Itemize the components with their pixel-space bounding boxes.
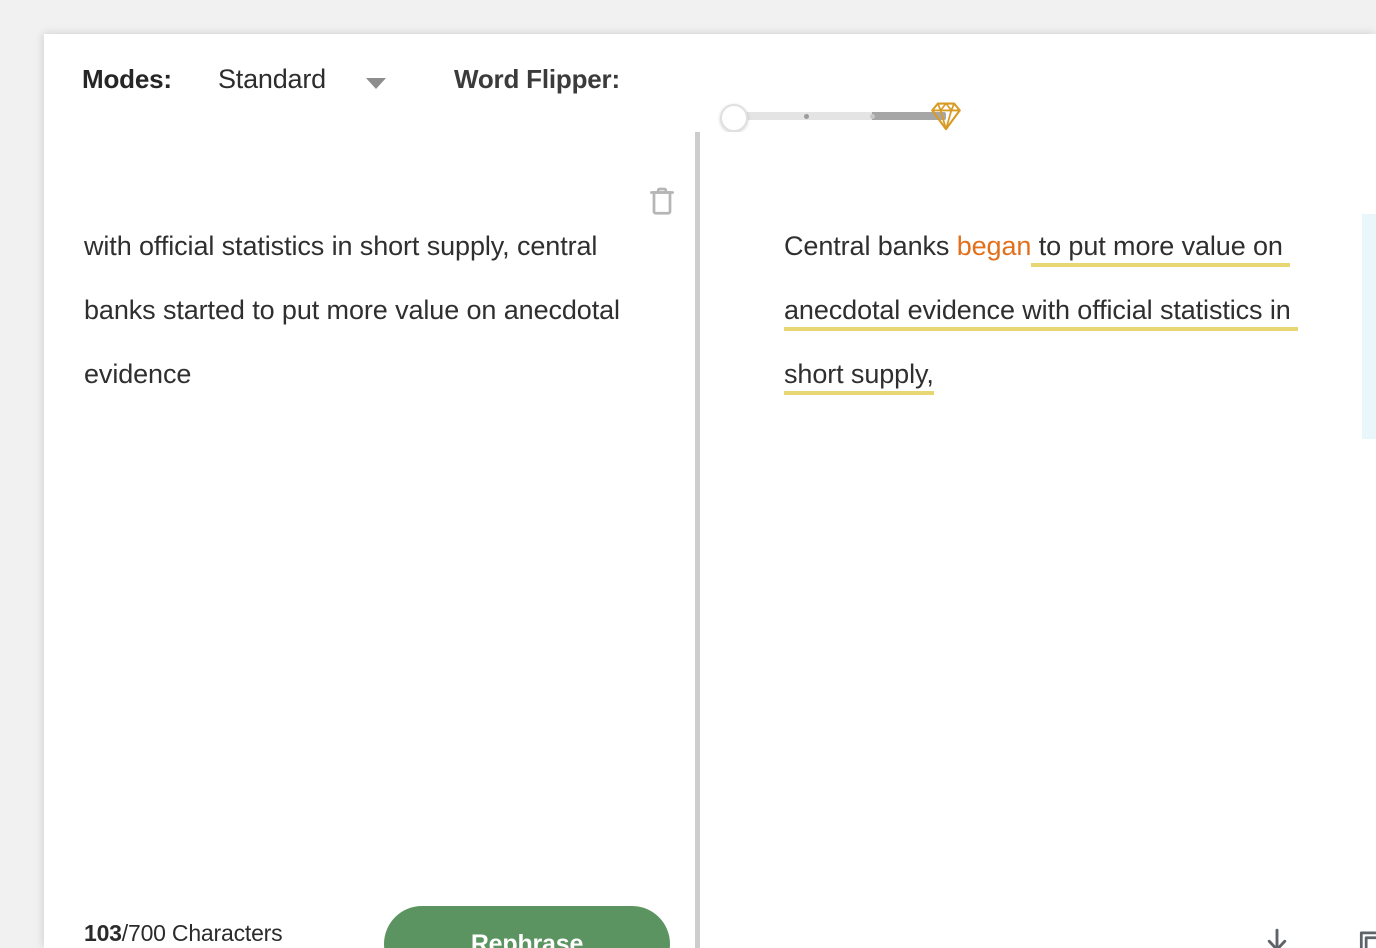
paraphraser-card: Modes: Standard Word Flipper: with offic… <box>44 34 1376 948</box>
toolbar: Modes: Standard Word Flipper: <box>44 34 1376 136</box>
output-text: Central banks began to put more value on… <box>784 214 1304 406</box>
copy-icon[interactable] <box>1354 926 1376 948</box>
mode-select-standard[interactable]: Standard <box>218 34 424 136</box>
slider-tick-1 <box>804 114 809 119</box>
rephrase-button[interactable]: Rephrase <box>384 906 670 948</box>
output-panel: Central banks began to put more value on… <box>700 132 1376 948</box>
slider-tick-2 <box>870 114 875 119</box>
modes-label: Modes: <box>82 64 172 94</box>
trash-icon[interactable] <box>647 184 677 218</box>
character-count-used: 103 <box>84 920 122 946</box>
mode-select-value: Standard <box>218 64 326 94</box>
slider-thumb[interactable] <box>720 104 748 132</box>
output-segment-0: Central banks <box>784 231 957 261</box>
download-icon[interactable] <box>1260 926 1294 948</box>
output-changed-word[interactable]: began <box>957 231 1032 261</box>
character-counter: 103/700 Characters <box>84 920 283 947</box>
app-root: Modes: Standard Word Flipper: with offic… <box>0 0 1376 948</box>
diamond-gem-icon[interactable] <box>926 96 966 136</box>
word-flipper-label: Word Flipper: <box>454 64 620 94</box>
input-panel: with official statistics in short supply… <box>44 132 695 948</box>
input-textarea[interactable]: with official statistics in short supply… <box>84 214 644 406</box>
chevron-down-icon <box>366 78 386 89</box>
word-flipper-slider[interactable] <box>684 96 964 136</box>
character-count-limit: /700 Characters <box>121 920 283 946</box>
output-action-rail <box>1362 214 1376 439</box>
